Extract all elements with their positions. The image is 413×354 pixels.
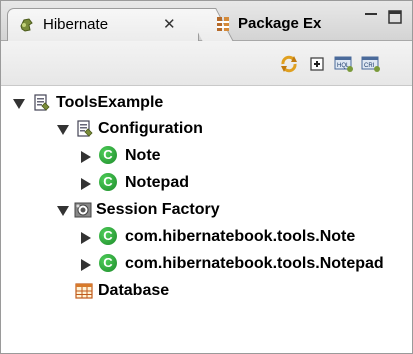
tree-item-session-factory[interactable]: Session Factory bbox=[1, 197, 412, 223]
console-config-icon bbox=[34, 94, 50, 111]
expand-arrow-icon[interactable] bbox=[57, 206, 69, 216]
class-icon: C bbox=[99, 227, 117, 245]
view-tab-bar: Hibernate ✕ Package Ex bbox=[1, 1, 412, 41]
collapse-all-icon[interactable] bbox=[307, 54, 327, 74]
configuration-icon bbox=[77, 120, 93, 137]
class-icon: C bbox=[99, 146, 117, 164]
package-explorer-icon bbox=[217, 17, 229, 31]
minimize-icon[interactable] bbox=[363, 9, 379, 25]
tree-item-label: Note bbox=[125, 147, 161, 164]
tree-item-label: Session Factory bbox=[96, 201, 220, 218]
session-factory-icon bbox=[74, 202, 92, 218]
tab-label: Hibernate bbox=[43, 16, 109, 33]
tree-item-label: Configuration bbox=[98, 120, 203, 137]
tree-item-class[interactable]: C Note bbox=[1, 143, 412, 169]
expand-arrow-icon[interactable] bbox=[81, 259, 91, 271]
tree-item-label: ToolsExample bbox=[56, 94, 164, 111]
class-icon: C bbox=[99, 254, 117, 272]
tree-item-label: Notepad bbox=[125, 174, 189, 191]
svg-text:CRI: CRI bbox=[364, 63, 375, 69]
tree-item-mapped-class[interactable]: C com.hibernatebook.tools.Note bbox=[1, 224, 412, 250]
view-toolbar: HQL CRI bbox=[1, 41, 412, 86]
expand-arrow-icon[interactable] bbox=[57, 125, 69, 135]
database-table-icon bbox=[75, 283, 93, 299]
hql-editor-icon[interactable]: HQL bbox=[334, 54, 354, 74]
tab-package-explorer[interactable]: Package Ex bbox=[213, 8, 353, 40]
tab-label: Package Ex bbox=[238, 15, 322, 32]
tree-item-configuration[interactable]: Configuration bbox=[1, 116, 412, 142]
maximize-icon[interactable] bbox=[387, 9, 403, 25]
expand-arrow-icon[interactable] bbox=[81, 151, 91, 163]
tree-item-mapped-class[interactable]: C com.hibernatebook.tools.Notepad bbox=[1, 251, 412, 277]
hibernate-icon bbox=[20, 18, 33, 32]
tree-item-root[interactable]: ToolsExample bbox=[1, 90, 412, 116]
tree-item-label: Database bbox=[98, 282, 170, 299]
tab-hibernate[interactable]: Hibernate ✕ bbox=[7, 8, 199, 41]
expand-arrow-icon[interactable] bbox=[81, 178, 91, 190]
expand-arrow-icon[interactable] bbox=[81, 232, 91, 244]
tree-item-label: com.hibernatebook.tools.Notepad bbox=[125, 255, 384, 272]
refresh-icon[interactable] bbox=[279, 54, 299, 74]
close-tab-icon[interactable]: ✕ bbox=[163, 9, 176, 41]
class-icon: C bbox=[99, 173, 117, 191]
tree-item-label: com.hibernatebook.tools.Note bbox=[125, 228, 356, 245]
hibernate-view: Hibernate ✕ Package Ex HQL CRI ToolsExam… bbox=[0, 0, 413, 354]
criteria-editor-icon[interactable]: CRI bbox=[361, 54, 381, 74]
expand-arrow-icon[interactable] bbox=[13, 99, 25, 109]
tree-item-class[interactable]: C Notepad bbox=[1, 170, 412, 196]
tree-item-database[interactable]: Database bbox=[1, 278, 412, 304]
